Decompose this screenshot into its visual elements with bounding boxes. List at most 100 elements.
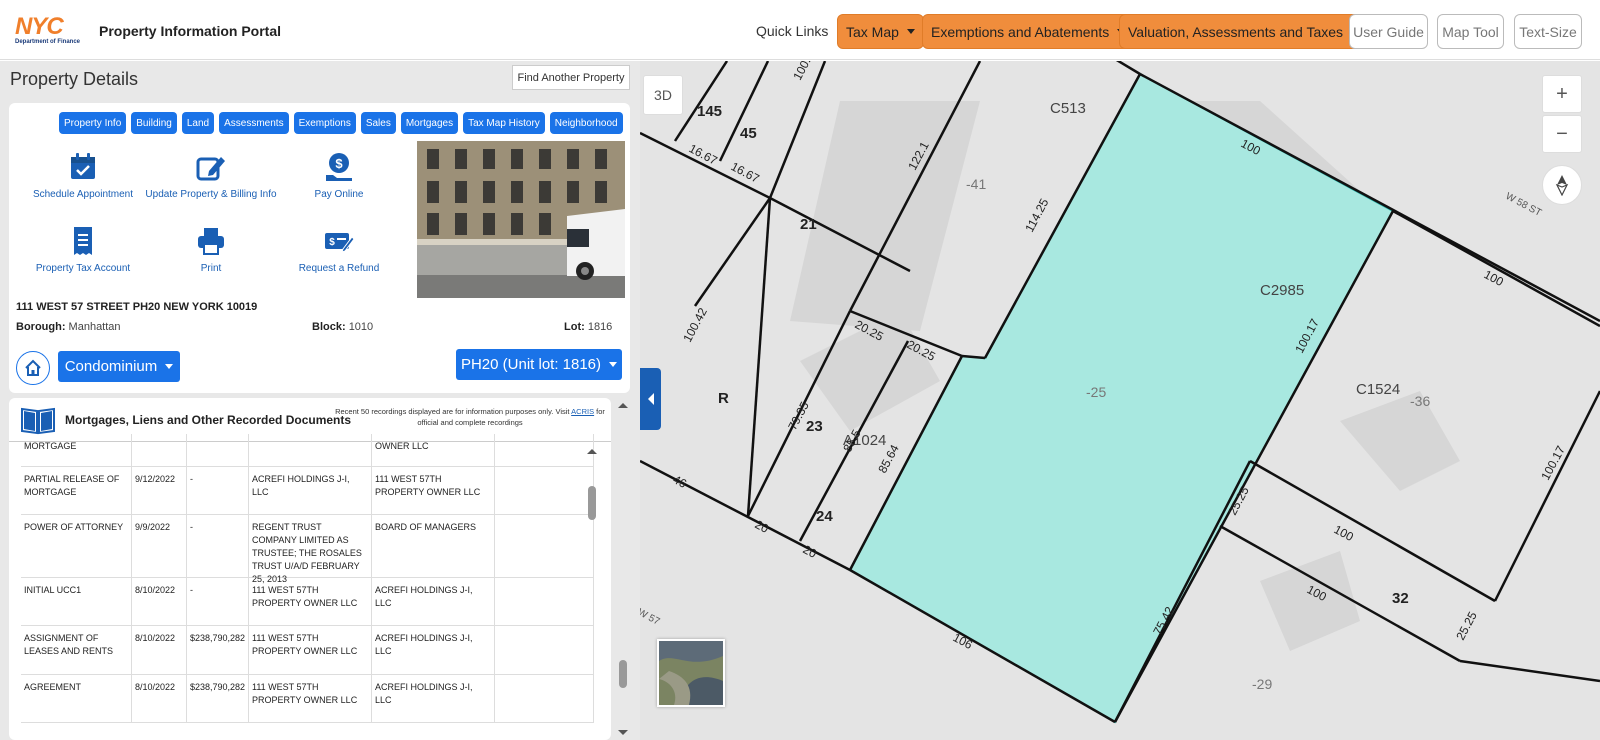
lot-number-label: 21	[800, 216, 817, 233]
caret-down-icon	[165, 364, 174, 369]
property-tax-account-link[interactable]: Property Tax Account	[13, 225, 153, 274]
tax-map-button[interactable]: Tax Map	[837, 14, 924, 49]
svg-text:$: $	[329, 237, 335, 248]
amount-cell: $238,790,282	[187, 675, 249, 722]
amount-cell: -	[187, 578, 249, 625]
nyc-dof-logo[interactable]: NYC Department of Finance	[15, 15, 87, 48]
print-link[interactable]: Print	[141, 225, 281, 274]
property-photo	[417, 141, 625, 298]
unit-select[interactable]: PH20 (Unit lot: 1816)	[456, 349, 622, 380]
tab-property-info[interactable]: Property Info	[59, 112, 127, 134]
amount-cell: -	[187, 515, 249, 577]
home-icon	[25, 359, 41, 376]
lot-number-label: 145	[697, 103, 722, 120]
tab-assessments[interactable]: Assessments	[219, 112, 289, 134]
lot-number-label: 32	[1392, 590, 1409, 607]
extra-cell	[495, 675, 594, 722]
date-cell: 9/9/2022	[132, 515, 187, 577]
doc-type-cell: MORTGAGE	[21, 434, 132, 466]
toggle-3d-button[interactable]: 3D	[643, 75, 683, 115]
amount-cell: $238,790,282	[187, 626, 249, 674]
mortgages-card: Mortgages, Liens and Other Recorded Docu…	[9, 398, 611, 740]
party2-cell: ACREFI HOLDINGS J-I, LLC	[372, 578, 495, 625]
table-scrollbar[interactable]	[585, 444, 599, 740]
find-another-property-button[interactable]: Find Another Property	[512, 65, 630, 90]
block-field: Block: 1010	[312, 321, 373, 333]
scroll-thumb[interactable]	[619, 660, 627, 688]
tax-map-canvas[interactable]: 145 45 21 R 23 24 32 -41 -25 -36 -29 C51…	[640, 61, 1600, 740]
lot-label: Lot:	[564, 321, 585, 333]
property-type-value: Condominium	[64, 358, 158, 375]
property-panel: Property Details Find Another Property P…	[0, 61, 640, 740]
update-property-billing-link[interactable]: Update Property & Billing Info	[141, 151, 281, 200]
tab-exemptions[interactable]: Exemptions	[293, 112, 356, 134]
tax-map-view[interactable]: 145 45 21 R 23 24 32 -41 -25 -36 -29 C51…	[640, 61, 1600, 740]
map-tool-button[interactable]: Map Tool	[1437, 14, 1504, 49]
extra-cell	[495, 515, 594, 577]
print-label: Print	[200, 263, 222, 274]
lot-number-label: -25	[1086, 384, 1106, 400]
tab-building[interactable]: Building	[131, 112, 177, 134]
request-refund-link[interactable]: $ Request a Refund	[269, 225, 409, 274]
chevron-left-icon	[647, 393, 654, 405]
tab-sales[interactable]: Sales	[360, 112, 396, 134]
lot-number-label: R	[718, 390, 729, 407]
valuation-assessments-taxes-button[interactable]: Valuation, Assessments and Taxes	[1119, 14, 1369, 49]
compass-button[interactable]	[1542, 165, 1582, 205]
logo-dept-text: Department of Finance	[15, 39, 81, 45]
property-details-title: Property Details	[10, 69, 139, 89]
zoom-in-button[interactable]: +	[1542, 75, 1582, 113]
top-header: NYC Department of Finance Property Infor…	[0, 0, 1600, 60]
exemptions-abatements-button[interactable]: Exemptions and Abatements	[922, 14, 1135, 49]
party2-cell: ACREFI HOLDINGS J-I, LLC	[372, 675, 495, 722]
calendar-check-icon	[71, 153, 95, 179]
tab-land[interactable]: Land	[181, 112, 215, 134]
block-value: 1010	[348, 321, 374, 333]
user-guide-button[interactable]: User Guide	[1349, 14, 1428, 49]
tab-tax-map-history[interactable]: Tax Map History	[463, 112, 545, 134]
table-row: ASSIGNMENT OF LEASES AND RENTS 8/10/2022…	[21, 626, 594, 675]
tab-neighborhood[interactable]: Neighborhood	[549, 112, 623, 134]
doc-type-cell: INITIAL UCC1	[21, 578, 132, 625]
property-type-select[interactable]: Condominium	[58, 351, 180, 382]
table-row: AGREEMENT 8/10/2022 $238,790,282 111 WES…	[21, 675, 594, 723]
lot-number-label: -41	[966, 176, 986, 192]
scroll-up-arrow-icon[interactable]	[618, 403, 628, 408]
zoom-out-button[interactable]: −	[1542, 115, 1582, 153]
borough-value: Manhattan	[68, 321, 121, 333]
basemap-thumbnail[interactable]	[657, 639, 725, 707]
schedule-appointment-link[interactable]: Schedule Appointment	[13, 151, 153, 200]
text-size-button[interactable]: Text-Size	[1514, 14, 1582, 49]
condo-label: C513	[1050, 100, 1086, 117]
collapse-panel-button[interactable]	[640, 368, 661, 430]
party2-cell: BOARD OF MANAGERS	[372, 515, 495, 577]
party1-cell: 111 WEST 57TH PROPERTY OWNER LLC	[249, 578, 372, 625]
condo-label: C2985	[1260, 282, 1304, 299]
table-row: INITIAL UCC1 8/10/2022 - 111 WEST 57TH P…	[21, 578, 594, 626]
acris-link[interactable]: ACRIS	[571, 407, 594, 416]
date-cell	[132, 434, 187, 466]
satellite-thumbnail-image	[659, 641, 723, 705]
date-cell: 8/10/2022	[132, 675, 187, 722]
lot-number-label: 23	[806, 418, 823, 435]
doc-type-cell: AGREEMENT	[21, 675, 132, 722]
exemptions-abatements-label: Exemptions and Abatements	[931, 23, 1110, 40]
doc-type-cell: ASSIGNMENT OF LEASES AND RENTS	[21, 626, 132, 674]
table-row: MORTGAGE OWNER LLC	[21, 434, 594, 467]
doc-type-cell: POWER OF ATTORNEY	[21, 515, 132, 577]
pay-online-link[interactable]: $ Pay Online	[269, 151, 409, 200]
request-refund-label: Request a Refund	[298, 263, 380, 274]
scroll-up-arrow-icon[interactable]	[587, 449, 597, 454]
tab-mortgages[interactable]: Mortgages	[400, 112, 459, 134]
print-icon	[198, 228, 224, 255]
home-button[interactable]	[16, 351, 50, 385]
tax-map-label: Tax Map	[846, 23, 899, 40]
party1-cell: 111 WEST 57TH PROPERTY OWNER LLC	[249, 675, 372, 722]
caret-down-icon	[609, 362, 618, 367]
block-label: Block:	[312, 321, 346, 333]
party2-cell: OWNER LLC	[372, 434, 495, 466]
valuation-label: Valuation, Assessments and Taxes	[1128, 23, 1344, 40]
scroll-down-arrow-icon[interactable]	[618, 730, 628, 735]
panel-scrollbar[interactable]	[615, 398, 631, 740]
scroll-thumb[interactable]	[588, 486, 596, 520]
